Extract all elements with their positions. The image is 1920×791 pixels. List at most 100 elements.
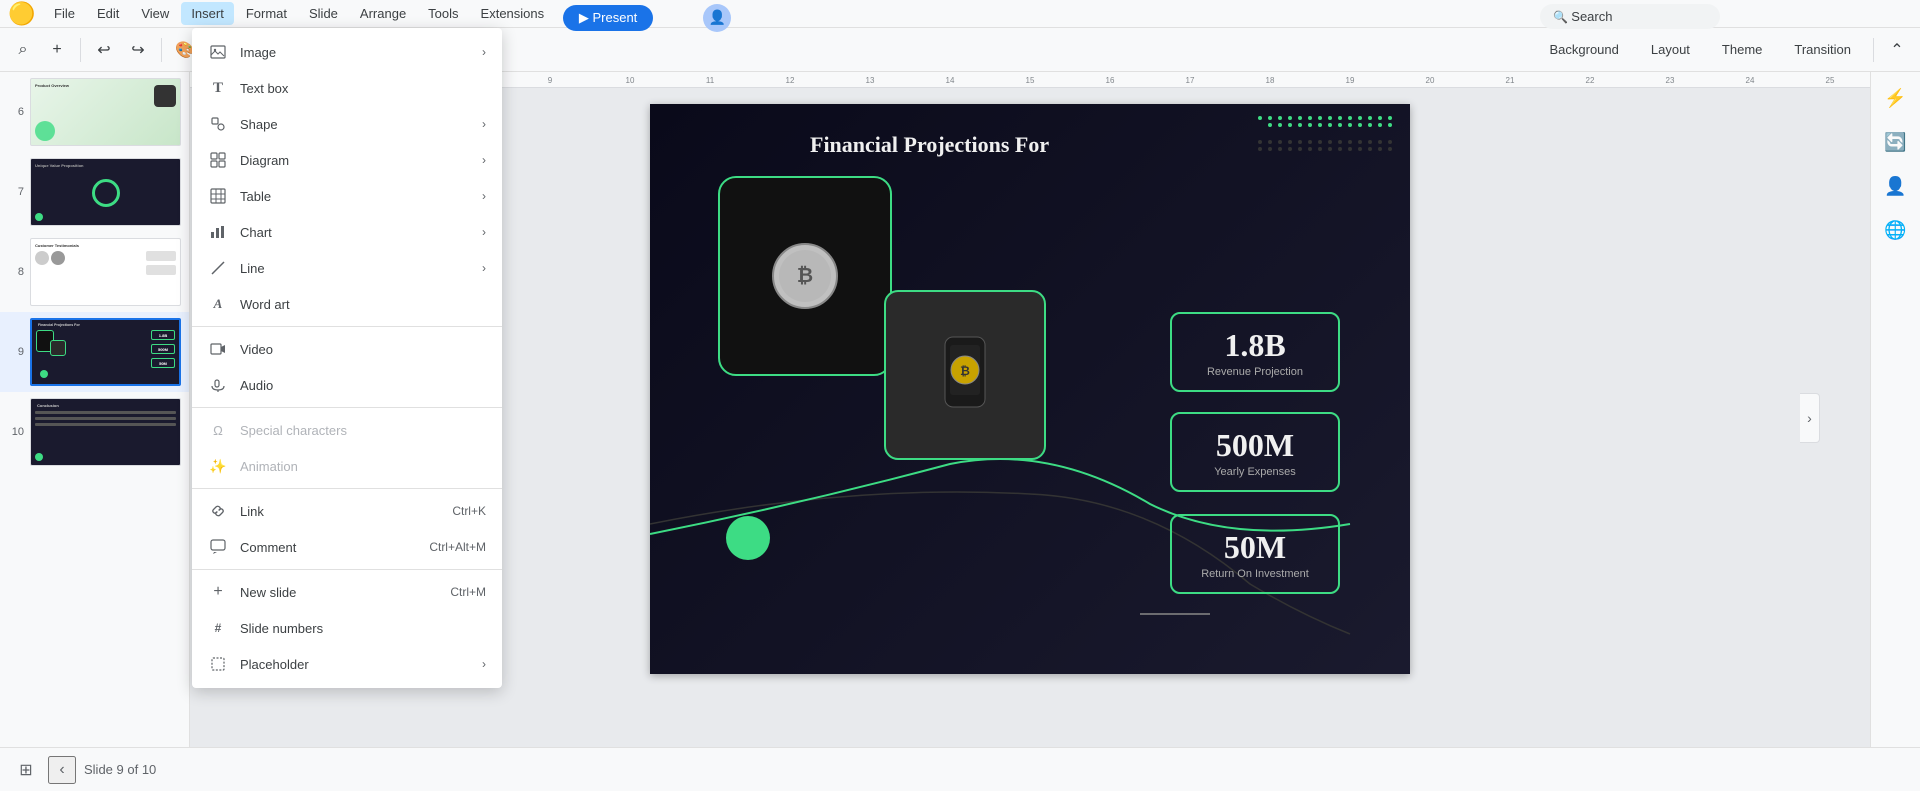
word-art-label: Word art xyxy=(240,297,486,312)
audio-icon xyxy=(208,375,228,395)
menu-item-slide-numbers[interactable]: # Slide numbers xyxy=(192,610,502,646)
metric-box-expenses: 500M Yearly Expenses xyxy=(1170,412,1340,492)
slide-preview-6: Product Overview xyxy=(30,78,181,146)
slide-thumbnail-10[interactable]: 10 Conclusion xyxy=(0,392,189,472)
shape-label: Shape xyxy=(240,117,470,132)
add-button[interactable]: + xyxy=(42,35,72,65)
menu-item-file[interactable]: File xyxy=(44,2,85,25)
word-art-icon: A xyxy=(208,294,228,314)
slide-preview-10: Conclusion xyxy=(30,398,181,466)
lightning-button[interactable]: ⚡ xyxy=(1878,80,1914,116)
undo-icon: ↩ xyxy=(97,40,110,60)
menu-item-edit[interactable]: Edit xyxy=(87,2,129,25)
sync-button[interactable]: 🔄 xyxy=(1878,124,1914,160)
transition-button[interactable]: Transition xyxy=(1780,36,1865,63)
comment-shortcut: Ctrl+Alt+M xyxy=(429,540,486,554)
special-chars-icon: Ω xyxy=(208,420,228,440)
new-slide-shortcut: Ctrl+M xyxy=(450,585,486,599)
text-box-icon: T xyxy=(208,78,228,98)
divider-4 xyxy=(192,569,502,570)
menu-item-placeholder[interactable]: Placeholder › xyxy=(192,646,502,682)
menu-item-view[interactable]: View xyxy=(131,2,179,25)
image-arrow: › xyxy=(482,45,486,59)
animation-icon: ✨ xyxy=(208,456,228,476)
collapse-toolbar-button[interactable]: ⌃ xyxy=(1882,35,1912,65)
image-icon xyxy=(208,42,228,62)
menu-item-shape[interactable]: Shape › xyxy=(192,106,502,142)
menu-item-arrange[interactable]: Arrange xyxy=(350,2,416,25)
audio-label: Audio xyxy=(240,378,486,393)
expand-canvas-button[interactable]: › xyxy=(1800,393,1820,443)
menu-item-diagram[interactable]: Diagram › xyxy=(192,142,502,178)
menu-item-comment[interactable]: Comment Ctrl+Alt+M xyxy=(192,529,502,565)
toolbar-separator-2 xyxy=(161,38,162,62)
menu-item-special-chars: Ω Special characters xyxy=(192,412,502,448)
slide-numbers-icon: # xyxy=(208,618,228,638)
slide-title: Financial Projections For xyxy=(810,132,1049,158)
new-slide-label: New slide xyxy=(240,585,438,600)
slide-preview-7: Unique Value Proposition xyxy=(30,158,181,226)
menu-item-extensions[interactable]: Extensions xyxy=(471,2,555,25)
link-shortcut: Ctrl+K xyxy=(452,504,486,518)
new-slide-icon: + xyxy=(208,582,228,602)
chevron-left-button[interactable]: ‹ xyxy=(48,756,76,784)
table-icon xyxy=(208,186,228,206)
globe-button[interactable]: 🌐 xyxy=(1878,212,1914,248)
menu-item-text-box[interactable]: T Text box xyxy=(192,70,502,106)
slide-thumbnail-6[interactable]: 6 Product Overview xyxy=(0,72,189,152)
photo-2: ₿ xyxy=(884,290,1046,460)
slide-canvas[interactable]: Financial Projections For ₿ ₿ 1.8B Reven… xyxy=(650,104,1410,674)
slide-thumbnail-9[interactable]: 9 Financial Projections For 1.8B 500M 50… xyxy=(0,312,189,392)
slide-count-label: Slide 9 of 10 xyxy=(84,762,156,777)
grid-view-button[interactable]: ⊞ xyxy=(12,756,40,784)
right-sidebar: ⚡ 🔄 👤 🌐 xyxy=(1870,72,1920,747)
menu-item-audio[interactable]: Audio xyxy=(192,367,502,403)
table-label: Table xyxy=(240,189,470,204)
placeholder-arrow: › xyxy=(482,657,486,671)
menu-item-image[interactable]: Image › xyxy=(192,34,502,70)
menu-item-format[interactable]: Format xyxy=(236,2,297,25)
link-label: Link xyxy=(240,504,440,519)
slide-preview-9: Financial Projections For 1.8B 500M 50M xyxy=(30,318,181,386)
slide-thumbnail-8[interactable]: 8 Customer Testimonials xyxy=(0,232,189,312)
line-label: Line xyxy=(240,261,470,276)
redo-button[interactable]: ↪ xyxy=(123,35,153,65)
menu-item-slide[interactable]: Slide xyxy=(299,2,348,25)
slide-thumbnail-7[interactable]: 7 Unique Value Proposition xyxy=(0,152,189,232)
shape-arrow: › xyxy=(482,117,486,131)
toolbar-separator-1 xyxy=(80,38,81,62)
menu-item-tools[interactable]: Tools xyxy=(418,2,468,25)
photo-1: ₿ xyxy=(718,176,892,376)
menu-item-animation: ✨ Animation xyxy=(192,448,502,484)
menu-item-word-art[interactable]: A Word art xyxy=(192,286,502,322)
shape-icon xyxy=(208,114,228,134)
menu-item-link[interactable]: Link Ctrl+K xyxy=(192,493,502,529)
undo-button[interactable]: ↩ xyxy=(89,35,119,65)
chart-icon xyxy=(208,222,228,242)
link-icon xyxy=(208,501,228,521)
search-bar[interactable]: 🔍 Search xyxy=(1540,4,1720,29)
menu-item-table[interactable]: Table › xyxy=(192,178,502,214)
menu-item-insert[interactable]: Insert xyxy=(181,2,234,25)
present-button[interactable]: ▶ Present xyxy=(563,5,653,31)
divider-1 xyxy=(192,326,502,327)
menu-bar: 🟡 File Edit View Insert Format Slide Arr… xyxy=(0,0,1920,28)
menu-item-new-slide[interactable]: + New slide Ctrl+M xyxy=(192,574,502,610)
table-arrow: › xyxy=(482,189,486,203)
menu-item-chart[interactable]: Chart › xyxy=(192,214,502,250)
insert-dropdown-menu: Image › T Text box Shape › Diagram › Tab… xyxy=(192,28,502,688)
layout-button[interactable]: Layout xyxy=(1637,36,1704,63)
background-button[interactable]: Background xyxy=(1535,36,1632,63)
slide-options-toolbar: Background Layout Theme Transition ⌃ xyxy=(1535,35,1912,65)
zoom-button[interactable]: ⌕ xyxy=(8,35,38,65)
text-box-label: Text box xyxy=(240,81,486,96)
dot-pattern-green xyxy=(1258,116,1395,127)
svg-text:₿: ₿ xyxy=(960,364,970,378)
menu-item-video[interactable]: Video xyxy=(192,331,502,367)
theme-button[interactable]: Theme xyxy=(1708,36,1776,63)
profile-button[interactable]: 👤 xyxy=(1878,168,1914,204)
menu-item-line[interactable]: Line › xyxy=(192,250,502,286)
video-label: Video xyxy=(240,342,486,357)
metric-box-revenue: 1.8B Revenue Projection xyxy=(1170,312,1340,392)
special-chars-label: Special characters xyxy=(240,423,486,438)
